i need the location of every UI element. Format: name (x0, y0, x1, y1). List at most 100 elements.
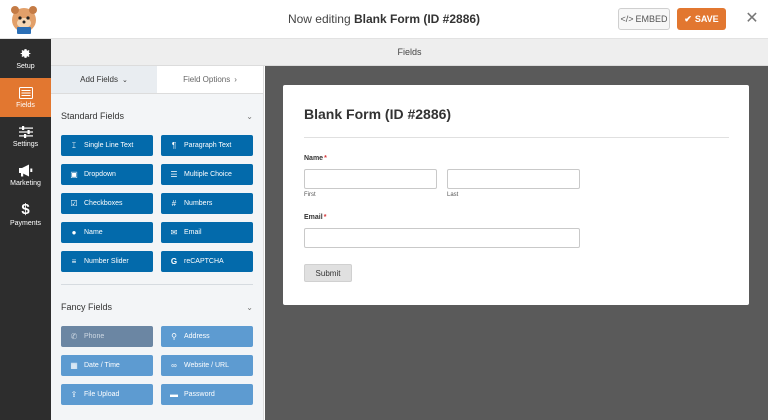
field-label: Email (184, 229, 202, 236)
sidebar-item-label: Setup (16, 63, 35, 70)
tab-label: Field Options (183, 75, 231, 84)
field-button-single-line-text[interactable]: 𝙸 Single Line Text (61, 135, 153, 156)
save-button-label: SAVE (694, 14, 719, 24)
field-button-paragraph-text[interactable]: ¶ Paragraph Text (161, 135, 253, 156)
sidebar-item-label: Payments (9, 220, 42, 227)
dropdown-icon: ▣ (70, 170, 78, 179)
field-button-multiple-choice[interactable]: ☰ Multiple Choice (161, 164, 253, 185)
fancy-fields-header[interactable]: Fancy Fields ⌄ (61, 293, 253, 321)
code-icon: </> (620, 14, 634, 24)
chevron-down-icon: ⌄ (246, 302, 253, 312)
calendar-icon: ▦ (70, 361, 78, 370)
field-label: Number Slider (84, 258, 129, 265)
checkbox-icon: ☑ (70, 199, 78, 208)
field-label: Checkboxes (84, 200, 123, 207)
field-label: Multiple Choice (184, 171, 232, 178)
last-name-sublabel: Last (447, 192, 459, 198)
panel-title: Fields (51, 39, 768, 66)
submit-button[interactable]: Submit (304, 264, 352, 282)
fancy-fields-grid: ✆ Phone ⚲ Address ▦ Date / Time ∞ Website / … (51, 321, 263, 405)
sidebar-item-marketing[interactable]: Marketing (0, 156, 51, 195)
dollar-icon: $ (21, 201, 30, 218)
hash-icon: # (171, 199, 177, 208)
name-field-label: Name* (304, 155, 327, 162)
embed-button[interactable]: </> EMBED (618, 8, 670, 30)
sidebar-item-payments[interactable]: $ Payments (0, 195, 51, 234)
field-button-website-url[interactable]: ∞ Website / URL (161, 355, 253, 376)
envelope-icon: ✉ (170, 228, 178, 237)
standard-fields-grid: 𝙸 Single Line Text ¶ Paragraph Text ▣ Dropd… (51, 130, 263, 272)
sliders-icon (18, 125, 33, 138)
field-label: Phone (84, 333, 105, 340)
email-label-text: Email (304, 214, 323, 221)
required-mark: * (324, 155, 327, 162)
builder-sidebar: Setup Fields Settings Marketing $ Paymen… (0, 39, 51, 420)
paragraph-icon: ¶ (171, 141, 177, 150)
sidebar-item-fields[interactable]: Fields (0, 78, 51, 117)
field-button-password[interactable]: ▬ Password (161, 384, 253, 405)
gear-icon (20, 49, 31, 58)
text-icon: 𝙸 (71, 140, 77, 150)
editing-title-form-name: Blank Form (ID #2886) (354, 12, 481, 26)
upload-icon: ⇪ (70, 390, 78, 399)
form-title-divider (304, 137, 729, 138)
last-name-input[interactable] (447, 169, 580, 189)
field-label: File Upload (84, 391, 120, 398)
fields-panel: Add Fields ⌄ Field Options › Standard Fi… (51, 66, 264, 420)
link-icon: ∞ (171, 361, 177, 370)
field-button-phone[interactable]: ✆ Phone (61, 326, 153, 347)
field-button-date-time[interactable]: ▦ Date / Time (61, 355, 153, 376)
field-label: Single Line Text (84, 142, 134, 149)
tab-add-fields[interactable]: Add Fields ⌄ (51, 66, 157, 93)
field-label: Password (184, 391, 215, 398)
field-button-numbers[interactable]: # Numbers (161, 193, 253, 214)
list-icon (18, 86, 33, 99)
field-label: reCAPTCHA (184, 258, 224, 265)
tab-label: Add Fields (80, 75, 118, 84)
field-button-recaptcha[interactable]: GreCAPTCHA (161, 251, 253, 272)
first-name-sublabel: First (304, 192, 316, 198)
field-label: Dropdown (84, 171, 116, 178)
standard-fields-header[interactable]: Standard Fields ⌄ (61, 102, 253, 130)
save-button[interactable]: ✔ SAVE (677, 8, 726, 30)
sidebar-item-label: Marketing (10, 180, 41, 187)
map-marker-icon: ⚲ (171, 332, 177, 341)
tab-field-options[interactable]: Field Options › (157, 66, 263, 93)
close-icon[interactable]: ✕ (744, 9, 760, 29)
sidebar-item-settings[interactable]: Settings (0, 117, 51, 156)
group-title: Standard Fields (61, 111, 125, 121)
lock-icon: ▬ (170, 390, 178, 399)
field-label: Date / Time (84, 362, 120, 369)
chevron-down-icon: ⌄ (246, 111, 253, 121)
field-label: Website / URL (184, 362, 229, 369)
sidebar-item-label: Settings (12, 140, 39, 148)
field-button-address[interactable]: ⚲ Address (161, 326, 253, 347)
name-label-text: Name (304, 155, 324, 162)
field-button-name[interactable]: ● Name (61, 222, 153, 243)
group-title: Fancy Fields (61, 302, 113, 312)
first-name-input[interactable] (304, 169, 437, 189)
sidebar-item-setup[interactable]: Setup (0, 39, 51, 78)
chevron-down-icon: ⌄ (121, 76, 128, 84)
checkmark-icon: ✔ (684, 13, 692, 24)
list-icon: ☰ (170, 170, 178, 179)
field-button-file-upload[interactable]: ⇪ File Upload (61, 384, 153, 405)
google-icon: G (170, 257, 178, 266)
field-button-checkboxes[interactable]: ☑ Checkboxes (61, 193, 153, 214)
field-label: Name (84, 229, 103, 236)
user-icon: ● (71, 228, 77, 237)
phone-icon: ✆ (70, 332, 78, 341)
panel-tabs: Add Fields ⌄ Field Options › (51, 66, 263, 94)
embed-button-label: EMBED (635, 14, 668, 24)
field-label: Paragraph Text (184, 142, 232, 149)
top-bar: Now editing Blank Form (ID #2886) </> EM… (0, 0, 768, 39)
sidebar-item-label: Fields (16, 101, 35, 109)
email-input[interactable] (304, 228, 580, 248)
field-button-dropdown[interactable]: ▣ Dropdown (61, 164, 153, 185)
editing-title-prefix: Now editing (287, 12, 351, 26)
form-title: Blank Form (ID #2886) (304, 106, 452, 122)
field-button-number-slider[interactable]: ≡ Number Slider (61, 251, 153, 272)
sliders-icon: ≡ (71, 257, 77, 266)
field-button-email[interactable]: ✉ Email (161, 222, 253, 243)
field-label: Numbers (184, 200, 213, 207)
